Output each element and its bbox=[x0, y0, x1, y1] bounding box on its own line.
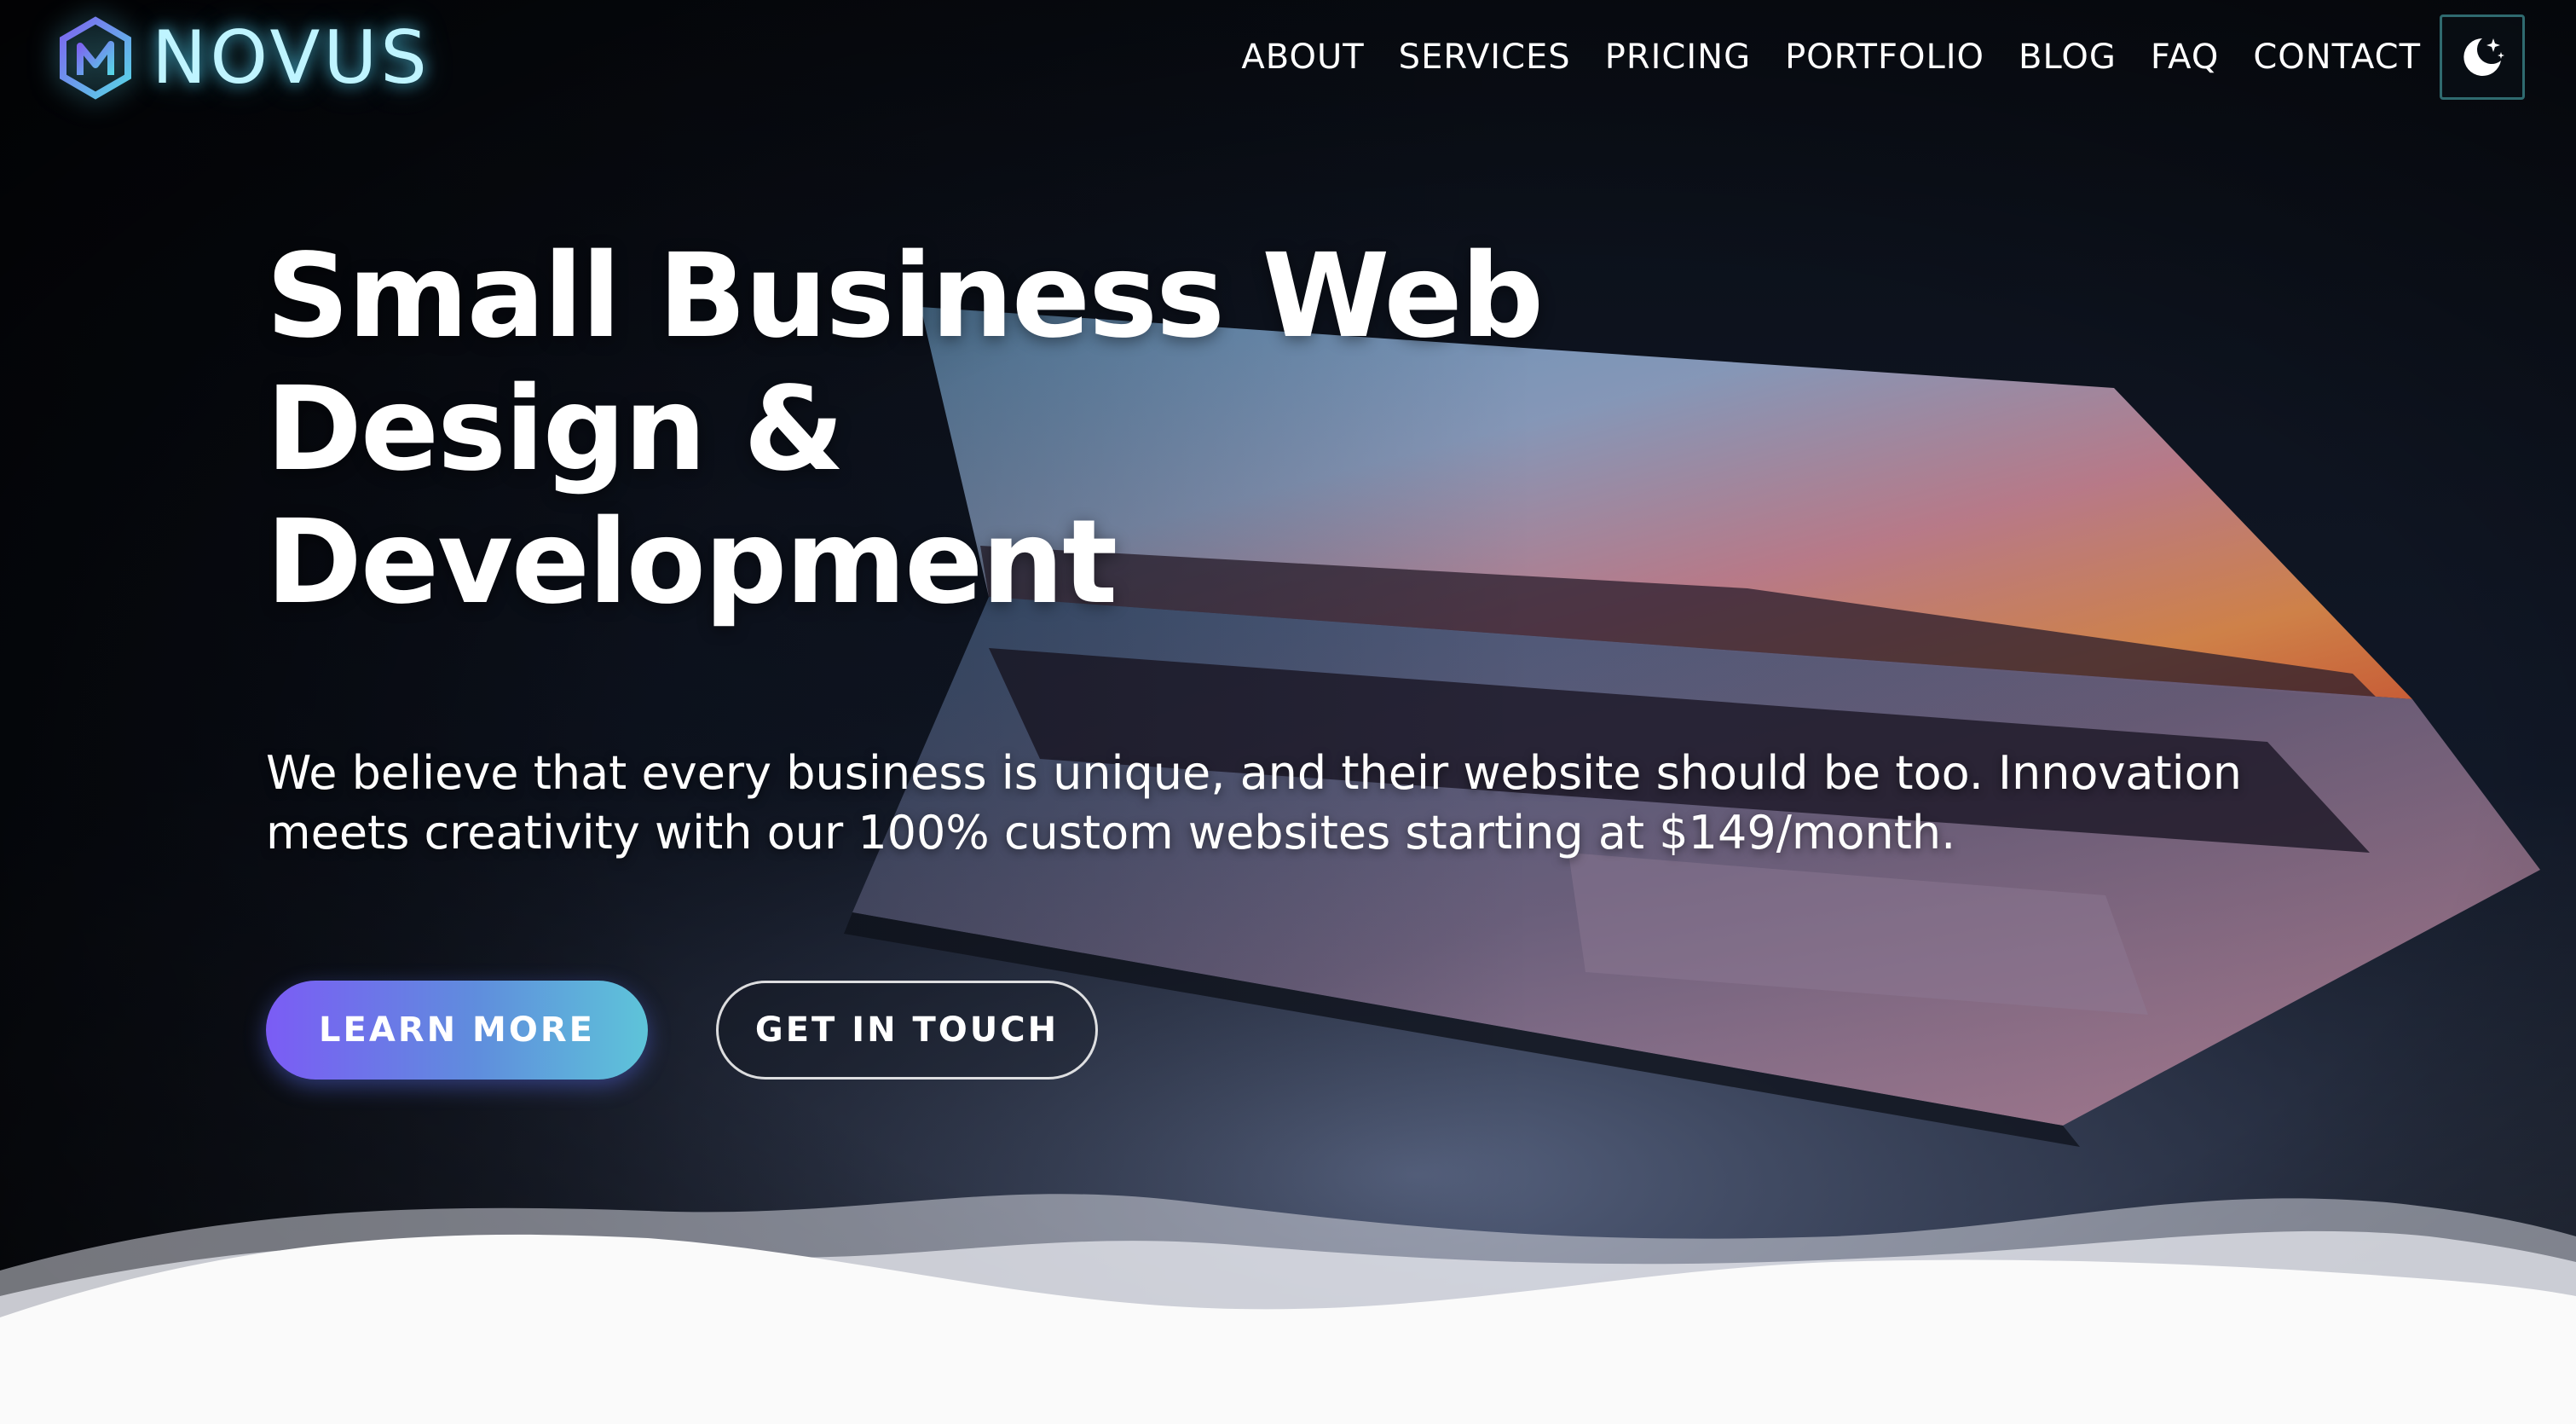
moon-stars-icon bbox=[2463, 38, 2504, 76]
theme-toggle-button[interactable] bbox=[2440, 14, 2525, 100]
hero-section: NOVUS ABOUT SERVICES PRICING PORTFOLIO B… bbox=[0, 0, 2576, 1424]
bottom-wave-divider bbox=[0, 1194, 2576, 1424]
nav-link-services[interactable]: SERVICES bbox=[1399, 38, 1571, 77]
nav-link-faq[interactable]: FAQ bbox=[2151, 38, 2219, 77]
nav-link-pricing[interactable]: PRICING bbox=[1605, 38, 1751, 77]
nav-links: ABOUT SERVICES PRICING PORTFOLIO BLOG FA… bbox=[1241, 38, 2421, 77]
get-in-touch-button[interactable]: GET IN TOUCH bbox=[716, 981, 1098, 1080]
main-nav: ABOUT SERVICES PRICING PORTFOLIO BLOG FA… bbox=[1241, 0, 2576, 114]
brand-logo[interactable]: NOVUS bbox=[58, 15, 430, 101]
nav-link-portfolio[interactable]: PORTFOLIO bbox=[1785, 38, 1984, 77]
hero-subtitle: We believe that every business is unique… bbox=[266, 746, 2242, 860]
nav-link-blog[interactable]: BLOG bbox=[2019, 38, 2117, 77]
nav-link-contact[interactable]: CONTACT bbox=[2253, 38, 2421, 77]
novus-hex-logo-icon bbox=[60, 16, 131, 100]
brand-name: NOVUS bbox=[152, 15, 430, 101]
learn-more-button[interactable]: LEARN MORE bbox=[266, 981, 648, 1080]
nav-link-about[interactable]: ABOUT bbox=[1241, 38, 1364, 77]
hero-title: Small Business Web Design & Development bbox=[266, 229, 1544, 630]
